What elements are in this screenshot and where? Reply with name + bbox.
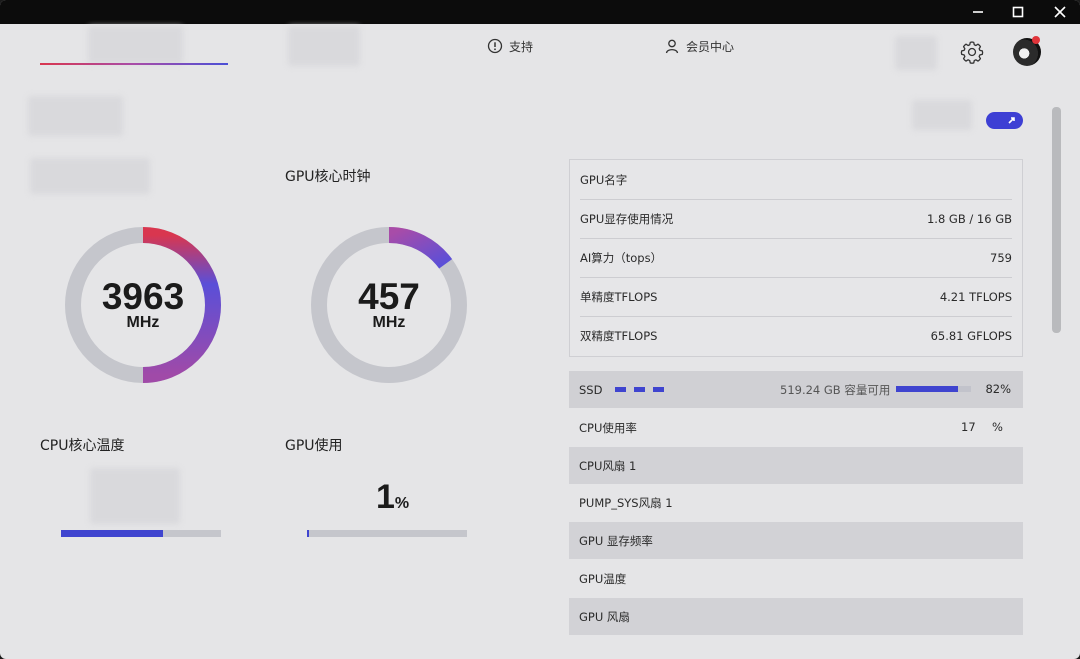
user-icon (665, 39, 679, 54)
info-label: AI算力（tops） (580, 250, 663, 265)
info-label: GPU名字 (580, 172, 628, 187)
metric-label: CPU使用率 (579, 420, 637, 435)
boost-toggle[interactable] (986, 112, 1023, 129)
metric-label: CPU风扇 1 (579, 458, 637, 473)
obscured-nav-tab (288, 26, 360, 66)
gpu-usage-unit: % (394, 495, 410, 512)
cpu-temp-bar (61, 530, 221, 537)
arrow-up-right-icon (1008, 117, 1015, 124)
metric-label: GPU 显存频率 (579, 533, 653, 548)
obscured-nav-tab (88, 26, 183, 64)
ssd-percent: 82% (985, 382, 1011, 396)
support-link[interactable]: 支持 (487, 37, 533, 55)
info-value: 1.8 GB / 16 GB (926, 211, 1012, 226)
gpu-clock-gauge: 457 MHz (308, 224, 470, 386)
info-row-fp64: 双精度TFLOPS 65.81 GFLOPS (580, 316, 1012, 355)
obscured-gauge-title (30, 158, 150, 194)
minimize-button[interactable] (958, 0, 998, 24)
settings-button[interactable] (959, 39, 985, 69)
ssd-dash (634, 387, 645, 392)
scrollbar-thumb[interactable] (1052, 107, 1061, 333)
gpu-usage-bar-fill (307, 530, 310, 537)
list-item-cpu-usage: CPU使用率 17 % (569, 409, 1023, 446)
gpu-usage-readout: 1% (376, 478, 409, 517)
support-label: 支持 (509, 39, 534, 54)
ssd-row: SSD 519.24 GB 容量可用 82% (569, 371, 1023, 408)
metric-label: GPU 风扇 (579, 609, 630, 624)
info-label: 双精度TFLOPS (580, 328, 658, 343)
info-row-ai-tops: AI算力（tops） 759 (580, 238, 1012, 277)
maximize-button[interactable] (998, 0, 1038, 24)
member-center-label: 会员中心 (686, 39, 735, 54)
info-circle-icon (487, 38, 503, 54)
obscured-temp-value (90, 468, 180, 524)
close-icon (1054, 6, 1066, 18)
list-item-cpu-fan: CPU风扇 1 (569, 447, 1023, 484)
info-value: 65.81 GFLOPS (930, 328, 1012, 343)
metric-label: PUMP_SYS风扇 1 (579, 495, 673, 510)
info-value: 759 (990, 250, 1012, 265)
obscured-subtitle (28, 96, 123, 136)
close-button[interactable] (1040, 0, 1080, 24)
cpu-clock-unit: MHz (126, 314, 160, 331)
obscured-header-item (895, 36, 937, 70)
gauge-arc (388, 227, 453, 269)
minimize-icon (973, 11, 983, 13)
metric-label: GPU温度 (579, 571, 627, 586)
info-value: 4.21 TFLOPS (939, 289, 1012, 304)
cpu-clock-gauge: 3963 MHz (62, 224, 224, 386)
gpu-usage-value: 1 (376, 478, 395, 516)
metric-value: 17 (961, 420, 976, 434)
list-item-gpu-fan: GPU 风扇 (569, 598, 1023, 635)
cpu-clock-value: 3963 (101, 276, 185, 317)
active-tab-indicator (40, 63, 228, 65)
gpu-usage-bar (307, 530, 467, 537)
info-row-fp32: 单精度TFLOPS 4.21 TFLOPS (580, 277, 1012, 316)
metric-unit: % (992, 420, 1003, 434)
info-label: 单精度TFLOPS (580, 289, 658, 304)
list-item-vram-freq: GPU 显存频率 (569, 522, 1023, 559)
ssd-available: 519.24 GB 容量可用 (780, 383, 891, 397)
cpu-temp-bar-fill (61, 530, 164, 537)
ssd-usage-bar (896, 386, 971, 392)
info-label: GPU显存使用情况 (580, 211, 674, 226)
ssd-dash (615, 387, 626, 392)
gpu-info-card: GPU名字 GPU显存使用情况 1.8 GB / 16 GB AI算力（tops… (569, 159, 1023, 357)
gpu-clock-title: GPU核心时钟 (285, 169, 371, 185)
ssd-usage-bar-fill (896, 386, 958, 392)
list-item-pump-fan: PUMP_SYS风扇 1 (569, 484, 1023, 521)
info-row-gpu-name: GPU名字 (580, 160, 1012, 199)
ssd-label: SSD (579, 382, 603, 397)
list-item-gpu-temp: GPU温度 (569, 560, 1023, 597)
title-bar (0, 0, 1080, 24)
app-window: 支持 会员中心 GPU核心时钟 3963 MHz 457 MHz CPU核心温度… (0, 0, 1080, 659)
ssd-dash (653, 387, 664, 392)
member-center-link[interactable]: 会员中心 (664, 37, 734, 55)
notification-dot (1032, 36, 1040, 44)
gpu-usage-title: GPU使用 (285, 438, 343, 454)
info-row-vram-usage: GPU显存使用情况 1.8 GB / 16 GB (580, 199, 1012, 238)
gpu-clock-value: 457 (358, 276, 420, 317)
maximize-icon (1012, 6, 1024, 18)
cpu-temp-title: CPU核心温度 (40, 438, 125, 454)
gear-icon (960, 41, 984, 64)
obscured-toggle-label (912, 100, 972, 130)
gpu-clock-unit: MHz (372, 314, 406, 331)
